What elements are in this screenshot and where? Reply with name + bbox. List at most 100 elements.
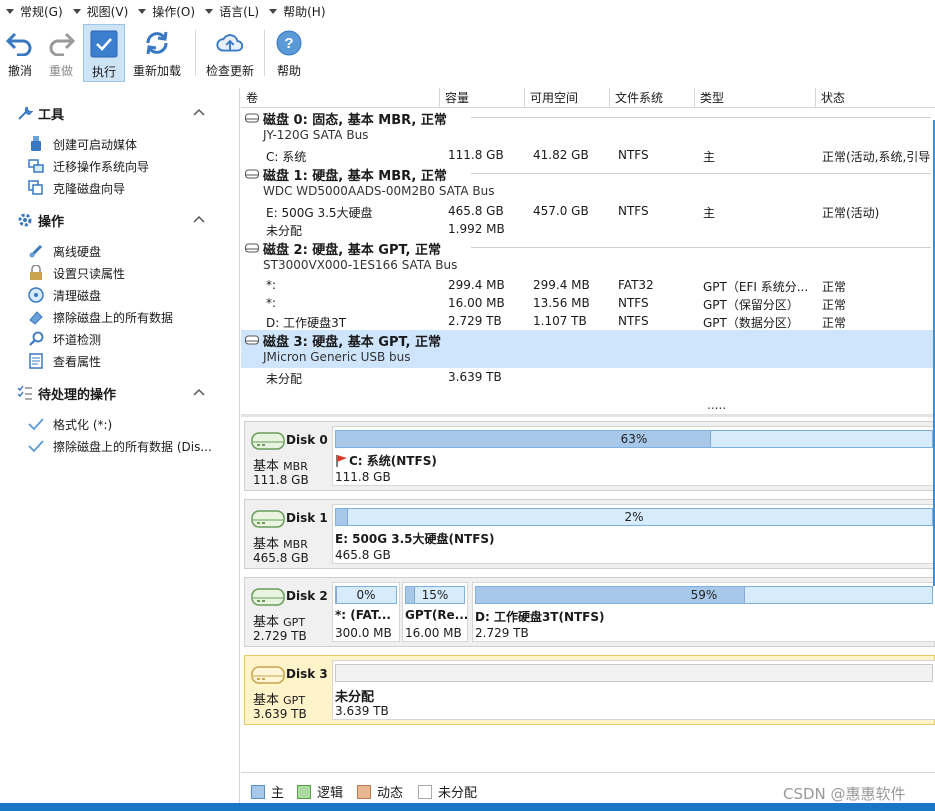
toolbar: 撤消 重做 执行 重新加载 检查更新 ? 帮助 — [0, 24, 307, 82]
table-row[interactable]: 未分配 3.639 TB — [241, 368, 935, 386]
sidebar-item-bootable-media[interactable]: 创建可启动媒体 — [28, 134, 137, 154]
column-free[interactable]: 可用空间 — [525, 88, 610, 108]
usage-bar: 63% — [335, 430, 933, 448]
usb-icon — [28, 136, 44, 152]
sidebar-item-readonly[interactable]: 设置只读属性 — [28, 263, 125, 283]
hard-drive-icon — [251, 432, 285, 450]
partition-block[interactable]: 63% C: 系统(NTFS) 111.8 GB — [332, 426, 935, 486]
legend-dynamic: 动态 — [357, 782, 403, 801]
status-bar — [0, 803, 935, 811]
disk-row-3[interactable]: 磁盘 3: 硬盘, 基本 GPT, 正常 JMicron Generic USB… — [241, 330, 935, 368]
disk-card-0[interactable]: Disk 0 基本 MBR 111.8 GB 63% C: 系统(NTFS) 1… — [244, 421, 935, 491]
menu-bar: 常规(G) 视图(V) 操作(O) 语言(L) 帮助(H) — [0, 0, 935, 22]
table-header: 卷 容量 可用空间 文件系统 类型 状态 — [241, 88, 935, 108]
disc-icon — [28, 287, 44, 303]
disk-row-0[interactable]: 磁盘 0: 固态, 基本 MBR, 正常 JY-120G SATA Bus — [241, 108, 935, 146]
legend-primary: 主 — [251, 782, 284, 801]
table-row[interactable]: D: 工作硬盘3T 2.729 TB 1.107 TB NTFS GPT（数据分… — [241, 312, 935, 330]
legend-unallocated: 未分配 — [418, 782, 477, 801]
sidebar-item-migrate-os[interactable]: 迁移操作系统向导 — [28, 156, 149, 176]
disk-card-3[interactable]: Disk 3 基本 GPT 3.639 TB 未分配 3.639 TB — [244, 655, 935, 725]
table-row[interactable]: C: 系统 111.8 GB 41.82 GB NTFS 主 正常(活动,系统,… — [241, 146, 935, 164]
checkmark-icon — [89, 29, 119, 59]
disk-card-1[interactable]: Disk 1 基本 MBR 465.8 GB 2% E: 500G 3.5大硬盘… — [244, 499, 935, 569]
operations-section-header[interactable]: 操作 — [16, 210, 64, 230]
hard-drive-icon — [251, 666, 285, 684]
partition-block[interactable]: 59% D: 工作硬盘3T(NTFS) 2.729 TB — [472, 582, 935, 642]
tools-section-header[interactable]: 工具 — [16, 103, 64, 123]
usage-bar: 2% — [335, 508, 933, 526]
check-icon — [28, 416, 44, 432]
disk-map: Disk 0 基本 MBR 111.8 GB 63% C: 系统(NTFS) 1… — [241, 417, 935, 772]
disk-card-2[interactable]: Disk 2 基本 GPT 2.729 TB 0% *: (FAT... 300… — [244, 577, 935, 647]
menu-operations[interactable]: 操作(O) — [132, 0, 199, 22]
disk-info: Disk 2 基本 GPT 2.729 TB — [245, 578, 329, 646]
redo-icon — [46, 28, 76, 58]
refresh-icon — [142, 28, 172, 58]
eraser-icon — [28, 309, 44, 325]
partition-table: 卷 容量 可用空间 文件系统 类型 状态 磁盘 0: 固态, 基本 MBR, 正… — [241, 88, 935, 414]
caret-down-icon — [269, 8, 278, 14]
column-volume[interactable]: 卷 — [241, 88, 440, 108]
pending-item-format[interactable]: 格式化 (*:) — [28, 414, 112, 434]
column-capacity[interactable]: 容量 — [440, 88, 525, 108]
sidebar-item-properties[interactable]: 查看属性 — [28, 351, 101, 371]
more-indicator: ..... — [707, 398, 727, 412]
collapse-chevron-icon[interactable] — [193, 386, 207, 400]
usage-bar: 15% — [405, 586, 465, 604]
column-status[interactable]: 状态 — [816, 88, 935, 108]
help-button[interactable]: ? 帮助 — [271, 24, 307, 82]
disk-info: Disk 1 基本 MBR 465.8 GB — [245, 500, 329, 568]
watermark: CSDN @惠惠软件 — [783, 785, 906, 803]
partition-manager-window: 常规(G) 视图(V) 操作(O) 语言(L) 帮助(H) 撤消 重做 执行 重… — [0, 0, 935, 811]
sidebar-item-offline-disk[interactable]: 离线硬盘 — [28, 241, 101, 261]
properties-icon — [28, 353, 44, 369]
toolbar-separator — [195, 30, 196, 76]
collapse-chevron-icon[interactable] — [193, 106, 207, 120]
sidebar-item-bad-sector[interactable]: 坏道检测 — [28, 329, 101, 349]
table-row[interactable]: *: 16.00 MB 13.56 MB NTFS GPT（保留分区） 正常 — [241, 294, 935, 312]
lock-icon — [28, 265, 44, 281]
usage-bar: 0% — [335, 586, 397, 604]
partition-block[interactable]: 0% *: (FAT... 300.0 MB — [332, 582, 400, 642]
column-type[interactable]: 类型 — [695, 88, 816, 108]
disk-info: Disk 0 基本 MBR 111.8 GB — [245, 422, 329, 490]
checklist-icon — [16, 384, 34, 402]
reload-button[interactable]: 重新加载 — [125, 24, 189, 82]
partition-block[interactable]: 未分配 3.639 TB — [332, 660, 935, 720]
disk-icon — [245, 243, 259, 253]
disk-icon — [245, 169, 259, 179]
redo-button[interactable]: 重做 — [40, 24, 82, 82]
sidebar-item-wipe-disk[interactable]: 擦除磁盘上的所有数据 — [28, 307, 173, 327]
check-update-button[interactable]: 检查更新 — [202, 24, 258, 82]
usage-bar — [335, 664, 933, 682]
partition-block[interactable]: 2% E: 500G 3.5大硬盘(NTFS) 465.8 GB — [332, 504, 935, 564]
table-row[interactable]: 未分配 1.992 MB — [241, 220, 935, 238]
sidebar-item-clone-disk[interactable]: 克隆磁盘向导 — [28, 178, 125, 198]
menu-language[interactable]: 语言(L) — [199, 0, 263, 22]
disk-row-2[interactable]: 磁盘 2: 硬盘, 基本 GPT, 正常 ST3000VX000-1ES166 … — [241, 238, 935, 276]
undo-button[interactable]: 撤消 — [0, 24, 40, 82]
hard-drive-icon — [251, 588, 285, 606]
question-icon: ? — [274, 28, 304, 58]
svg-text:?: ? — [284, 35, 293, 52]
apply-button[interactable]: 执行 — [83, 24, 125, 82]
undo-icon — [5, 28, 35, 58]
disk-icon — [245, 113, 259, 123]
caret-down-icon — [138, 8, 147, 14]
hard-drive-icon — [251, 510, 285, 528]
partition-block[interactable]: 15% GPT(Re... 16.00 MB — [402, 582, 468, 642]
pending-item-wipe[interactable]: 擦除磁盘上的所有数据 (Dis... — [28, 436, 212, 456]
menu-view[interactable]: 视图(V) — [67, 0, 133, 22]
collapse-chevron-icon[interactable] — [193, 213, 207, 227]
menu-help[interactable]: 帮助(H) — [263, 0, 329, 22]
toolbar-separator — [264, 30, 265, 76]
column-filesystem[interactable]: 文件系统 — [610, 88, 695, 108]
pending-section-header[interactable]: 待处理的操作 — [16, 383, 116, 403]
table-row[interactable]: *: 299.4 MB 299.4 MB FAT32 GPT（EFI 系统分..… — [241, 276, 935, 294]
menu-general[interactable]: 常规(G) — [0, 0, 67, 22]
disk-icon — [245, 335, 259, 345]
table-row[interactable]: E: 500G 3.5大硬盘 465.8 GB 457.0 GB NTFS 主 … — [241, 202, 935, 220]
sidebar-item-clean-disk[interactable]: 清理磁盘 — [28, 285, 101, 305]
disk-row-1[interactable]: 磁盘 1: 硬盘, 基本 MBR, 正常 WDC WD5000AADS-00M2… — [241, 164, 935, 202]
